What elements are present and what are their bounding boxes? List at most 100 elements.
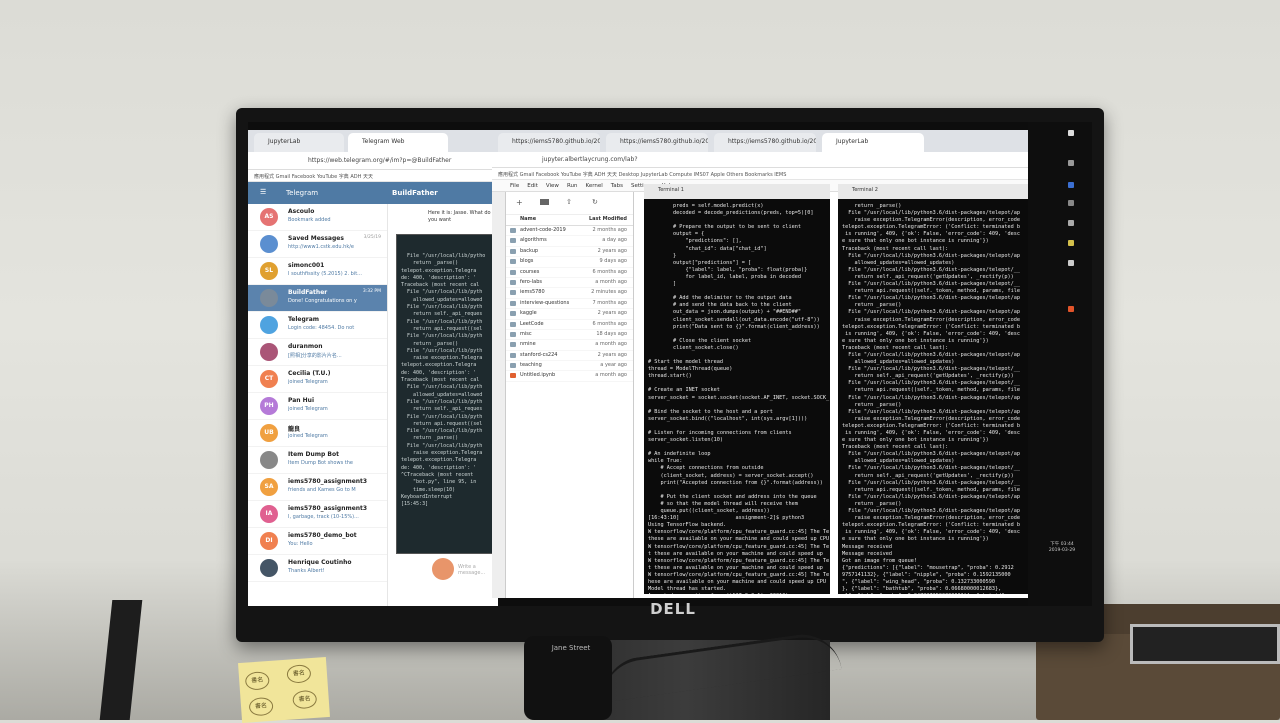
chat-list-item[interactable]: CT Cecilia (T.U.) joined Telegram xyxy=(248,366,387,393)
chat-list-item[interactable]: DI iems5780_demo_bot You: Hello xyxy=(248,528,387,555)
chat-list-item[interactable]: PH Pan Hui joined Telegram xyxy=(248,393,387,420)
chat-preview: I southfissity (5.2015) 2. bit... xyxy=(288,271,362,277)
file-row[interactable]: nmine a month ago xyxy=(506,340,633,351)
file-row[interactable]: blogs 9 days ago xyxy=(506,257,633,268)
chat-list-item[interactable]: IA iems5780_assignment3 I, garbage, track … xyxy=(248,501,387,528)
chat-name: iems5780_demo_bot xyxy=(288,532,357,539)
folder-icon xyxy=(510,290,516,296)
chat-list-item[interactable]: BuildFather Done! Congratulations on y 3:3… xyxy=(248,285,387,312)
new-launcher-icon[interactable]: + xyxy=(516,198,523,207)
file-modified: 7 months ago xyxy=(592,299,628,306)
tray-icon-6[interactable] xyxy=(1068,260,1074,266)
chat-list-item[interactable]: Telegram Login code: 48454. Do not xyxy=(248,312,387,339)
file-name: blogs xyxy=(520,258,534,265)
menu-item[interactable]: View xyxy=(546,183,559,189)
file-modified: a year ago xyxy=(600,362,627,369)
file-row[interactable]: stanford-cs224 2 years ago xyxy=(506,351,633,362)
menu-item[interactable]: Kernel xyxy=(585,183,602,189)
jupyterlab-left-sidebar[interactable] xyxy=(492,192,506,598)
clock-date: 2019-03-29 xyxy=(1048,548,1076,553)
browser-tab[interactable]: https://iems5780.github.io/20 xyxy=(498,133,600,152)
chat-list-item[interactable]: Henrique Coutinho Thanks Albert! xyxy=(248,555,387,582)
chat-list-item[interactable]: UB 龍良 joined Telegram xyxy=(248,420,387,447)
chat-name: Cecilia (T.U.) xyxy=(288,370,331,377)
file-row[interactable]: misc 18 days ago xyxy=(506,330,633,341)
browser-tab[interactable]: https://iems5780.github.io/20 xyxy=(606,133,708,152)
terminal-1-output: preds = self.model.predict(x) decoded = … xyxy=(648,203,830,594)
file-row[interactable]: backup 2 years ago xyxy=(506,247,633,258)
chat-list-item[interactable]: SA iems5780_assignment3 friends and Kames … xyxy=(248,474,387,501)
sticky-note-mark: 書名 xyxy=(286,664,312,684)
monitor-screen: JupyterLab Telegram Web https://web.tele… xyxy=(248,122,1092,606)
tab-telegram-web[interactable]: Telegram Web xyxy=(348,133,448,152)
tab-jupyterlab[interactable]: JupyterLab xyxy=(254,133,344,152)
tray-icon-2[interactable] xyxy=(1068,160,1074,166)
folder-icon xyxy=(510,311,516,317)
browser-tab[interactable]: JupyterLab xyxy=(822,133,924,152)
file-row[interactable]: teaching a year ago xyxy=(506,361,633,372)
file-row[interactable]: algorithms a day ago xyxy=(506,236,633,247)
tray-icon-3[interactable] xyxy=(1068,182,1074,188)
chat-header-title[interactable]: BuildFather xyxy=(392,189,438,197)
chrome-icon[interactable] xyxy=(1068,306,1074,312)
menu-item[interactable]: Edit xyxy=(527,183,538,189)
chat-list-item[interactable]: duranmon [照相]分享的影片片名... xyxy=(248,339,387,366)
new-folder-icon[interactable] xyxy=(540,199,549,205)
chat-list-item[interactable]: Item Dump Bot Item Dump Bot shows the xyxy=(248,447,387,474)
upload-icon[interactable]: ⇧ xyxy=(566,198,572,206)
tray-icon-4[interactable] xyxy=(1068,200,1074,206)
file-row[interactable]: courses 6 months ago xyxy=(506,268,633,278)
chat-list-item[interactable]: AS Ascoulo Bookmark added xyxy=(248,204,387,231)
hamburger-menu-icon[interactable]: ☰ xyxy=(260,188,270,196)
file-row[interactable]: fero-labs a month ago xyxy=(506,278,633,289)
file-modified: 2 minutes ago xyxy=(591,289,627,296)
telegram-address-bar[interactable]: https://web.telegram.org/#/im?p=@BuildFa… xyxy=(248,152,498,170)
chat-preview: friends and Kames Go to M xyxy=(288,487,356,493)
file-name: algorithms xyxy=(520,237,547,244)
file-row[interactable]: kaggle 2 years ago xyxy=(506,309,633,320)
photo-frame xyxy=(1130,624,1280,664)
column-last-modified[interactable]: Last Modified xyxy=(589,216,627,222)
file-name: courses xyxy=(520,268,540,275)
chat-avatar xyxy=(260,289,278,307)
refresh-icon[interactable]: ↻ xyxy=(592,198,598,206)
chat-list-item[interactable]: SL simonc001 I southfissity (5.2015) 2. bi… xyxy=(248,258,387,285)
jupyterlab-bookmarks-bar[interactable]: 應用程式 Gmail Facebook YouTube 字典 ADH 天天 De… xyxy=(492,168,1028,180)
menu-item[interactable]: Tabs xyxy=(611,183,623,189)
chat-avatar: PH xyxy=(260,397,278,415)
terminal-2-output: return _parse() File "/usr/local/lib/pyt… xyxy=(842,203,1021,594)
jupyterlab-address-bar[interactable]: jupyter.albertlaycrung.com/lab? xyxy=(492,152,1028,168)
telegram-app-title: Telegram xyxy=(286,189,319,197)
tray-icon-5[interactable] xyxy=(1068,220,1074,226)
file-name: advent-code-2019 xyxy=(520,227,566,233)
chat-list-item[interactable]: Saved Messages http://www1.cstk.edu.hk/e 3… xyxy=(248,231,387,258)
file-name: iems5780 xyxy=(520,289,545,296)
file-row[interactable]: Untitled.ipynb a month ago xyxy=(506,371,633,382)
terminal-1-panel[interactable]: Terminal 1 preds = self.model.predict(x)… xyxy=(644,184,830,594)
small-terminal-window[interactable]: File "/usr/local/lib/pytho return _parse… xyxy=(396,234,506,554)
taskbar-clock: 下午 03:44 2019-03-29 xyxy=(1038,542,1086,554)
notebook-icon xyxy=(510,373,516,379)
browser-tab[interactable]: https://iems5780.github.io/20 xyxy=(714,133,816,152)
telegram-bookmarks-bar[interactable]: 應用程式 Gmail Facebook YouTube 字典 ADH 天天 xyxy=(248,170,498,182)
terminal-1-tab[interactable]: Terminal 1 xyxy=(644,184,830,199)
tray-icon-1[interactable] xyxy=(1068,130,1074,136)
file-row[interactable]: advent-code-2019 2 months ago xyxy=(506,226,633,237)
file-row[interactable]: interview-questions 7 months ago xyxy=(506,299,633,310)
file-row[interactable]: LeetCode 6 months ago xyxy=(506,320,633,330)
file-name: nmine xyxy=(520,341,536,348)
folder-icon[interactable] xyxy=(1068,240,1074,246)
file-modified: 18 days ago xyxy=(596,330,627,337)
chat-preview: Bookmark added xyxy=(288,217,331,223)
terminal-2-tab[interactable]: Terminal 2 xyxy=(838,184,1028,199)
menu-item[interactable]: File xyxy=(510,183,519,189)
column-name[interactable]: Name xyxy=(520,216,536,222)
sticky-note-mark: 書名 xyxy=(244,671,270,691)
telegram-chat-list: AS Ascoulo Bookmark added Saved Messages htt… xyxy=(248,204,388,606)
telegram-tab-bar: JupyterLab Telegram Web xyxy=(248,130,498,152)
file-row[interactable]: iems5780 2 minutes ago xyxy=(506,288,633,299)
terminal-2-panel[interactable]: Terminal 2 return _parse() File "/usr/lo… xyxy=(838,184,1028,594)
menu-item[interactable]: Run xyxy=(567,183,578,189)
folder-icon xyxy=(510,363,516,369)
folder-icon xyxy=(510,269,516,275)
